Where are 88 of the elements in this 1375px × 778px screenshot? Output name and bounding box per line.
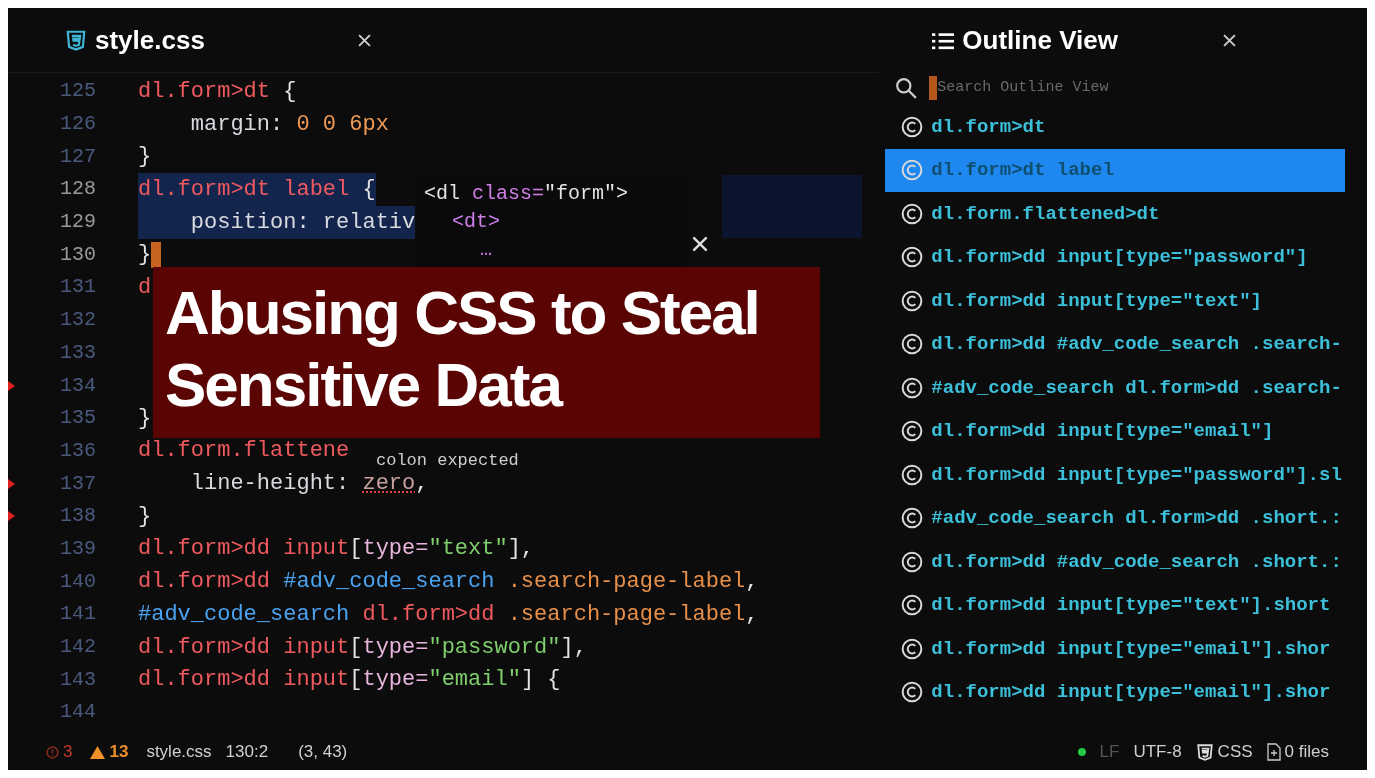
cursor-position[interactable]: 130:2 — [225, 739, 269, 765]
code-line: margin: 0 0 6px — [189, 110, 389, 139]
code-line: dl.form>dt { — [138, 77, 297, 106]
outline-item[interactable]: #adv_code_search dl.form>dd .search- — [885, 366, 1346, 410]
line-number: 140 — [59, 568, 97, 595]
outline-item[interactable]: dl.form>dt — [885, 105, 1346, 149]
class-icon — [901, 289, 924, 312]
outline-item[interactable]: dl.form.flattened>dt — [885, 192, 1346, 236]
code-line: #adv_code_search dl.form>dd .search-page-label, — [138, 600, 759, 629]
line-number: 130 — [59, 241, 97, 268]
code-line: } — [138, 502, 152, 531]
panel-title: Outline View — [962, 24, 1118, 57]
outline-item[interactable]: dl.form>dd #adv_code_search .short.: — [885, 540, 1346, 584]
outline-item[interactable]: dl.form>dd input[type="password"].sl — [885, 453, 1346, 497]
outline-item[interactable]: dl.form>dd input[type="email"].shor — [885, 670, 1346, 714]
outline-item[interactable]: dl.form>dd input[type="email"] — [885, 409, 1346, 453]
code-line: d — [138, 273, 152, 302]
line-number: 131 — [59, 274, 97, 301]
close-icon[interactable] — [358, 33, 371, 47]
class-icon — [901, 246, 924, 269]
class-icon — [901, 681, 924, 704]
line-number: 132 — [59, 307, 97, 334]
line-number: 134 — [59, 372, 97, 399]
line-number: 128 — [59, 176, 97, 203]
class-icon — [901, 202, 924, 225]
line-number: 144 — [59, 699, 97, 726]
line-number: 141 — [59, 601, 97, 628]
code-line: } — [138, 241, 152, 270]
list-icon — [932, 31, 955, 50]
line-number: 127 — [59, 143, 97, 170]
code-line: } — [138, 404, 152, 433]
search-icon — [895, 77, 918, 99]
html-preview-line: <dl class="form"> — [424, 181, 629, 207]
outline-item[interactable]: dl.form>dd #adv_code_search .search- — [885, 322, 1346, 366]
error-icon — [46, 745, 59, 759]
outline-item[interactable]: dl.form>dd input[type="email"].shor — [885, 627, 1346, 671]
line-number: 137 — [59, 470, 97, 497]
line-number: 126 — [59, 111, 97, 138]
html-preview-line: <dt> — [452, 209, 500, 235]
css-icon — [1195, 743, 1214, 761]
class-icon — [901, 420, 924, 443]
warning-icon — [90, 745, 106, 759]
class-icon — [901, 333, 924, 356]
code-line: } — [138, 143, 152, 172]
warning-count[interactable]: 13 — [90, 739, 129, 765]
file-name[interactable]: style.css — [146, 739, 212, 765]
line-number: 135 — [59, 405, 97, 432]
code-line: dl.form>dd input[type="password"], — [138, 633, 587, 662]
text-cursor — [929, 76, 938, 100]
html-preview-line: … — [480, 237, 492, 263]
selection-count: (3, 43) — [298, 741, 348, 764]
line-number: 139 — [59, 535, 97, 562]
class-icon — [901, 550, 924, 573]
line-number: 125 — [59, 78, 97, 105]
class-icon — [901, 463, 924, 486]
code-line: dl.form.flattene — [138, 437, 350, 466]
outline-item[interactable]: dl.form>dd input[type="password"] — [885, 235, 1346, 279]
code-line: dl.form>dd #adv_code_search .search-page-label, — [138, 568, 759, 597]
line-number: 143 — [59, 666, 97, 693]
error-count[interactable]: 3 — [46, 739, 73, 765]
class-icon — [901, 115, 924, 138]
outline-tab[interactable]: Outline View — [924, 8, 1245, 73]
tab-title: style.css — [95, 23, 205, 57]
files-status[interactable]: 0 files — [1266, 739, 1329, 765]
class-icon — [901, 159, 924, 182]
css-icon — [65, 29, 87, 51]
close-icon[interactable] — [1223, 34, 1237, 47]
outline-item[interactable]: dl.form>dd input[type="text"] — [885, 279, 1346, 323]
line-number: 133 — [59, 339, 97, 366]
line-number: 129 — [59, 209, 97, 236]
class-icon — [901, 376, 924, 399]
title-banner: Abusing CSS to Steal Sensitive Data — [153, 267, 820, 438]
code-line: dl.form>dd input[type="email"] { — [138, 666, 561, 695]
outline-item[interactable]: dl.form>dd input[type="text"].short — [885, 583, 1346, 627]
class-icon — [901, 507, 924, 530]
class-icon — [901, 637, 924, 660]
line-number: 136 — [59, 437, 97, 464]
class-icon — [901, 594, 924, 617]
file-icon — [1266, 743, 1281, 761]
code-line: dl.form>dd input[type="text"], — [138, 535, 535, 564]
line-number: 142 — [59, 634, 97, 661]
grammar[interactable]: CSS — [1195, 739, 1253, 765]
encoding[interactable]: UTF-8 — [1133, 739, 1182, 765]
code-line: line-height: zero, — [189, 470, 429, 499]
line-number: 138 — [59, 503, 97, 530]
close-icon[interactable] — [692, 236, 708, 252]
search-field[interactable]: Search Outline View — [937, 76, 1367, 100]
outline-item[interactable]: #adv_code_search dl.form>dd .short.: — [885, 496, 1346, 540]
